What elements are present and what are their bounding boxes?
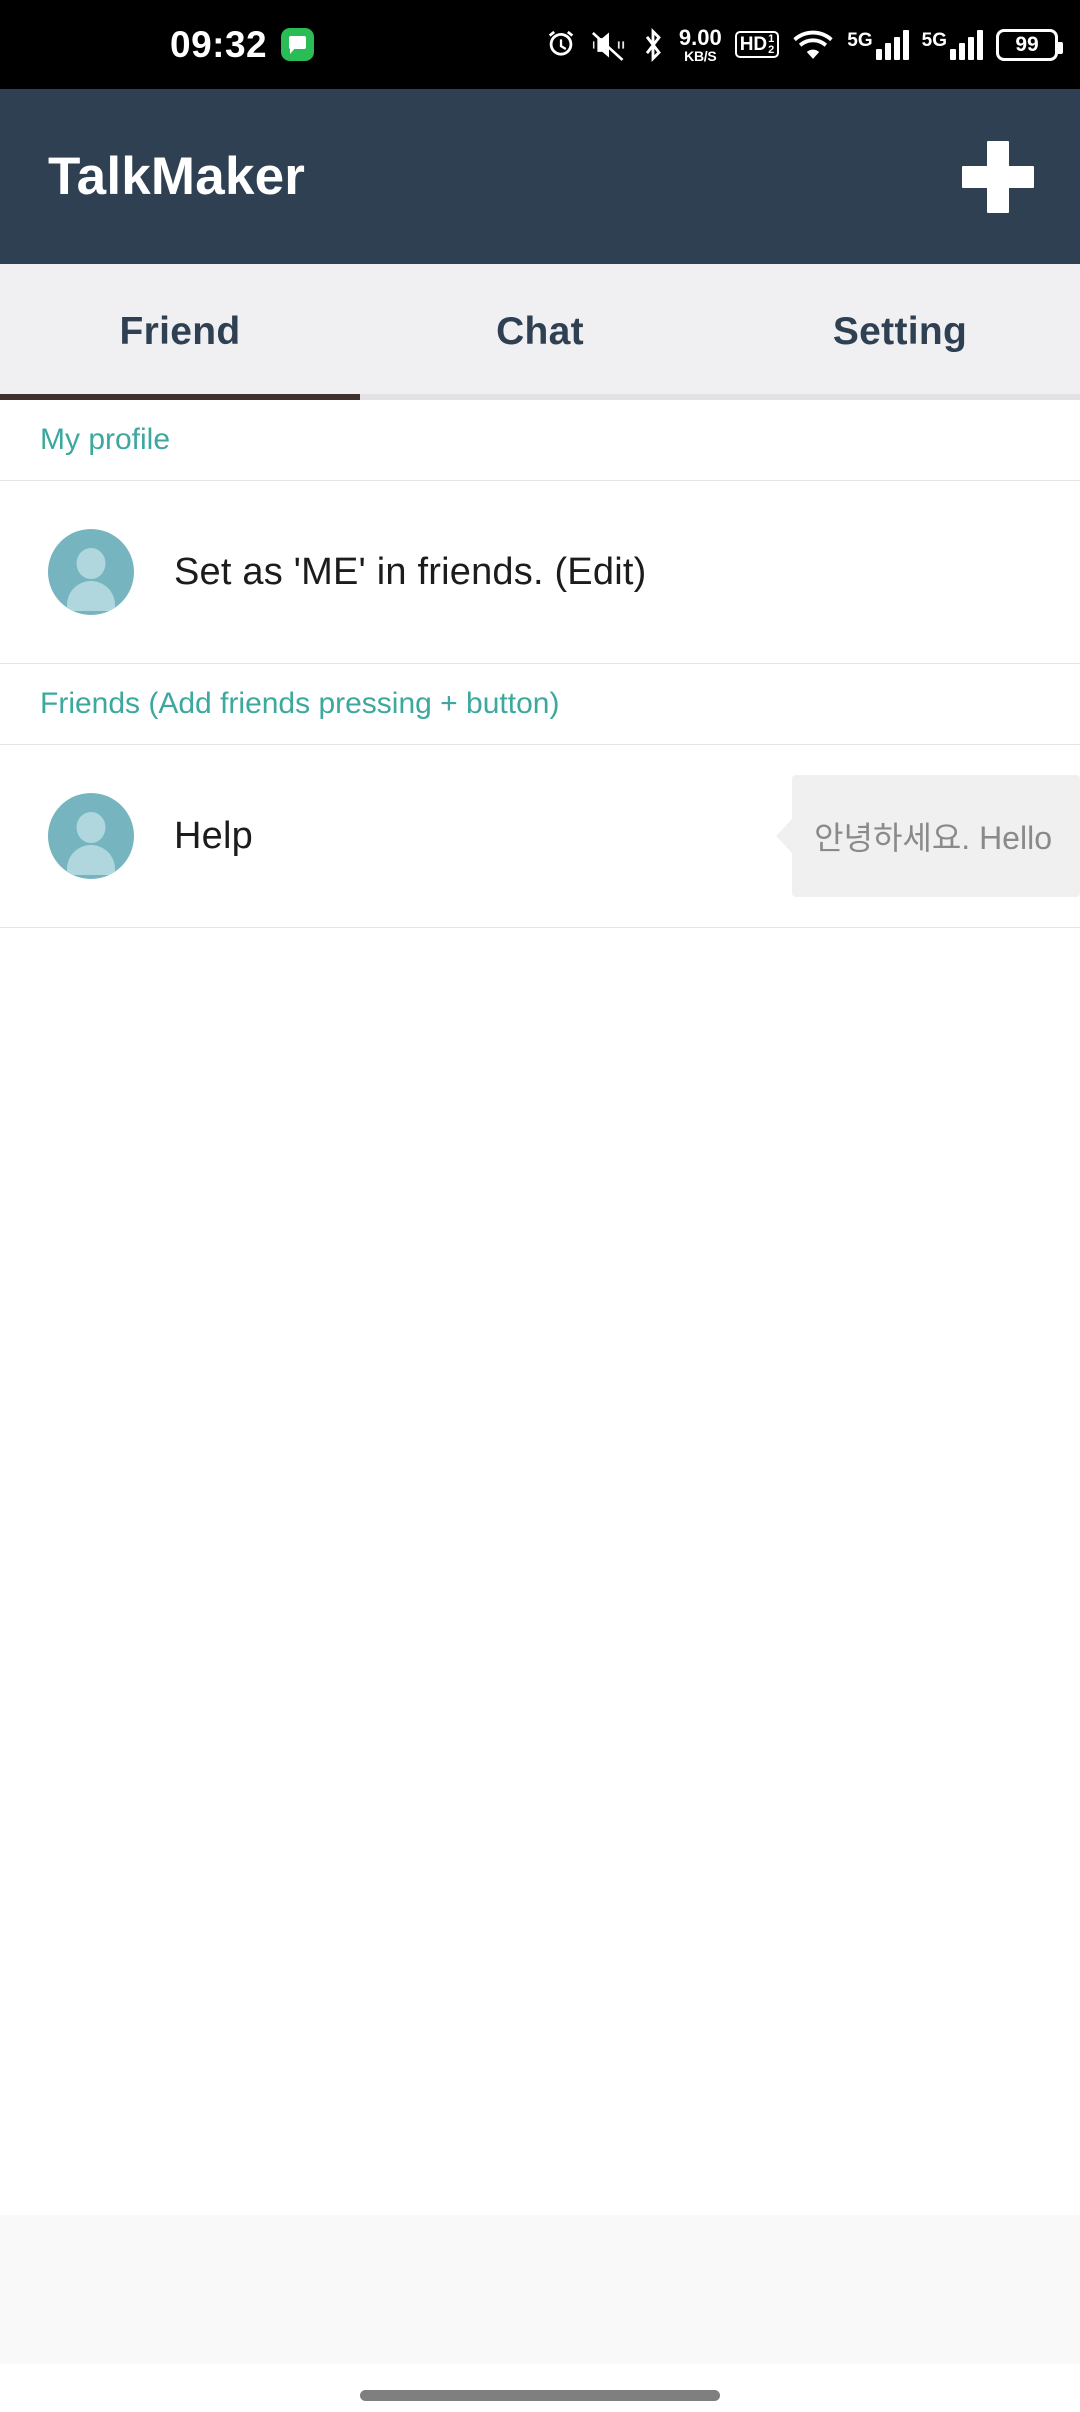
section-header-friends: Friends (Add friends pressing + button) bbox=[0, 664, 1080, 745]
hd-voice-icon: HD 1 2 bbox=[734, 31, 780, 58]
network-speed-icon: 9.00 KB/S bbox=[678, 24, 722, 64]
friend-list: My profile Set as 'ME' in friends. (Edit… bbox=[0, 400, 1080, 928]
signal-bars bbox=[950, 29, 983, 60]
bluetooth-icon bbox=[640, 27, 666, 63]
phone-screen: 09:32 9.00 KB/S HD 1 2 5G 5G 99 TalkMake… bbox=[0, 0, 1080, 2412]
battery-level-label: 99 bbox=[1015, 32, 1039, 56]
person-placeholder-avatar bbox=[48, 793, 134, 879]
status-bar-left: 09:32 bbox=[170, 24, 315, 65]
status-clock: 09:32 bbox=[170, 24, 268, 65]
tab-friend[interactable]: Friend bbox=[0, 264, 360, 400]
status-message-text: 안녕하세요. Hello bbox=[792, 775, 1080, 897]
wifi-icon bbox=[792, 28, 834, 62]
signal-icon-sim2: 5G bbox=[922, 29, 983, 60]
add-friend-button[interactable] bbox=[962, 140, 1034, 213]
section-header-label: Friends (Add friends pressing + button) bbox=[40, 687, 560, 720]
status-bar: 09:32 9.00 KB/S HD 1 2 5G 5G 99 bbox=[0, 0, 1080, 89]
navigation-area bbox=[0, 2364, 1080, 2412]
list-item-friend-help[interactable]: Help 안녕하세요. Hello bbox=[0, 745, 1080, 928]
section-header-label: My profile bbox=[40, 423, 171, 456]
section-header-my-profile: My profile bbox=[0, 400, 1080, 481]
bubble-tail-icon bbox=[776, 819, 793, 853]
app-bar: TalkMaker bbox=[0, 89, 1080, 264]
person-placeholder-avatar bbox=[48, 529, 134, 615]
signal-bars bbox=[875, 29, 909, 60]
message-icon bbox=[281, 28, 315, 61]
status-message-bubble: 안녕하세요. Hello bbox=[776, 775, 1080, 897]
page-title: TalkMaker bbox=[48, 147, 306, 206]
list-item-label: Help bbox=[174, 814, 253, 857]
status-bar-right: 9.00 KB/S HD 1 2 5G 5G 99 bbox=[544, 0, 1063, 89]
mute-icon bbox=[591, 28, 627, 62]
tab-chat[interactable]: Chat bbox=[360, 264, 720, 400]
list-item-label: Set as 'ME' in friends. (Edit) bbox=[174, 550, 647, 593]
tab-bar: Friend Chat Setting bbox=[0, 264, 1080, 400]
home-gesture-bar[interactable] bbox=[360, 2390, 720, 2401]
alarm-icon bbox=[544, 28, 578, 62]
bottom-band bbox=[0, 2215, 1080, 2364]
tab-setting[interactable]: Setting bbox=[720, 264, 1080, 400]
battery-icon: 99 bbox=[996, 28, 1063, 61]
signal-icon-sim1: 5G bbox=[847, 29, 909, 60]
list-item-my-profile[interactable]: Set as 'ME' in friends. (Edit) bbox=[0, 481, 1080, 664]
